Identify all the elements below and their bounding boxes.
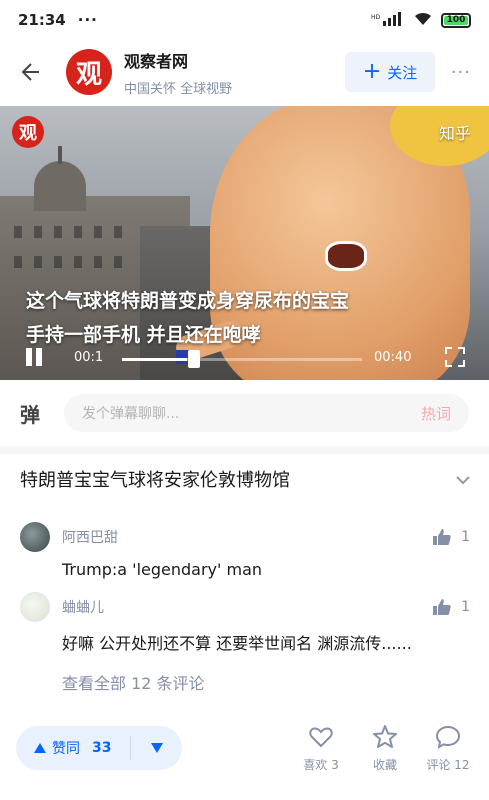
- collect-label: 收藏: [372, 758, 397, 772]
- video-current-time: 00:1: [74, 350, 104, 365]
- avatar[interactable]: [20, 522, 50, 552]
- video-window: [54, 226, 62, 238]
- video-watermark-logo: 观: [12, 116, 44, 148]
- video-window: [74, 256, 82, 268]
- comment-text: 好嘛 公开处刑还不算 还要举世闻名 渊源流传......: [62, 634, 412, 653]
- video-window: [94, 226, 102, 238]
- battery-level: 100: [446, 15, 466, 25]
- video-spire: [58, 146, 62, 164]
- arrow-left-icon: [21, 63, 39, 81]
- avatar[interactable]: [20, 592, 50, 622]
- pause-button[interactable]: [26, 348, 46, 368]
- video-window: [74, 226, 82, 238]
- account-info[interactable]: 观察者网 中国关怀 全球视野: [124, 48, 232, 97]
- status-time: 21:34: [18, 11, 66, 29]
- video-caption-line-1: 这个气球将特朗普变成身穿尿布的宝宝: [26, 290, 350, 312]
- follow-button[interactable]: + 关注: [345, 52, 435, 92]
- vote-control: 赞同 33: [16, 726, 182, 770]
- svg-text:HD: HD: [371, 14, 381, 21]
- danmu-input[interactable]: 发个弹幕聊聊... 热词: [64, 394, 469, 432]
- downvote-button[interactable]: [131, 726, 182, 770]
- status-notification-dots: ···: [77, 11, 98, 29]
- video-window: [114, 226, 122, 238]
- video-window: [114, 256, 122, 268]
- section-divider: [0, 446, 489, 454]
- thumb-up-icon: [433, 599, 451, 615]
- video-controls: 00:1 00:40: [0, 336, 489, 380]
- status-bar: 21:34 ··· HD 100: [0, 0, 489, 40]
- comment-text: Trump:a 'legendary' man: [62, 560, 263, 579]
- video-window: [34, 256, 42, 268]
- account-name: 观察者网: [124, 51, 189, 71]
- comment-like-button[interactable]: 1: [433, 529, 470, 545]
- video-seek-handle[interactable]: [188, 350, 200, 368]
- battery-icon: 100: [441, 12, 471, 28]
- comment-item: 蛐蛐儿 1 好嘛 公开处刑还不算 还要举世闻名 渊源流传......: [20, 592, 470, 654]
- upvote-button[interactable]: 赞同 33: [16, 726, 130, 770]
- danmu-placeholder: 发个弹幕聊聊...: [82, 406, 180, 422]
- account-header: 观 观察者网 中国关怀 全球视野 + 关注 ···: [0, 42, 489, 102]
- comment-like-button[interactable]: 1: [433, 599, 470, 615]
- video-total-time: 00:40: [374, 350, 412, 365]
- danmu-bar: 弹 发个弹幕聊聊... 热词: [0, 384, 489, 442]
- star-icon: [373, 725, 397, 748]
- like-button[interactable]: 喜欢 3: [296, 724, 346, 773]
- fullscreen-button[interactable]: [444, 346, 466, 368]
- chevron-down-icon[interactable]: [456, 470, 470, 489]
- video-dome: [34, 161, 86, 211]
- video-player[interactable]: 观 知乎 这个气球将特朗普变成身穿尿布的宝宝 手持一部手机 并且还在咆哮 00:…: [0, 106, 489, 380]
- triangle-down-icon: [150, 743, 163, 753]
- comment-like-count: 1: [461, 529, 470, 545]
- video-window: [34, 226, 42, 238]
- danmu-toggle-icon[interactable]: 弹: [20, 399, 50, 428]
- thumb-up-icon: [433, 529, 451, 545]
- signal-icon: HD: [371, 11, 405, 29]
- comment-author[interactable]: 蛐蛐儿: [62, 597, 104, 617]
- article-title: 特朗普宝宝气球将安家伦敦博物馆: [20, 470, 290, 491]
- upvote-label: 赞同: [52, 741, 80, 757]
- video-balloon-mouth: [325, 241, 367, 271]
- video-watermark: 知乎: [438, 124, 471, 143]
- comment-label: 评论 12: [426, 758, 470, 772]
- collect-button[interactable]: 收藏: [360, 724, 410, 773]
- follow-label: 关注: [387, 63, 418, 82]
- upvote-count: 33: [92, 740, 112, 756]
- like-label: 喜欢 3: [303, 758, 339, 772]
- video-window: [14, 226, 22, 238]
- comment-icon: [435, 725, 461, 749]
- plus-icon: +: [362, 59, 382, 84]
- video-window: [54, 256, 62, 268]
- account-avatar[interactable]: 观: [66, 49, 112, 95]
- article-title-row[interactable]: 特朗普宝宝气球将安家伦敦博物馆: [20, 466, 470, 492]
- video-progress-bar[interactable]: [122, 358, 362, 361]
- comment-button[interactable]: 评论 12: [423, 724, 473, 773]
- pause-icon: [26, 348, 32, 366]
- see-all-comments-link[interactable]: 查看全部 12 条评论: [62, 670, 205, 694]
- video-progress-fill: [122, 358, 187, 361]
- hot-words-button[interactable]: 热词: [421, 403, 451, 424]
- fullscreen-icon: [445, 347, 465, 367]
- video-window: [14, 256, 22, 268]
- account-description: 中国关怀 全球视野: [124, 81, 233, 97]
- triangle-up-icon: [34, 743, 46, 753]
- video-window: [94, 256, 102, 268]
- wifi-icon: [413, 10, 433, 30]
- more-options-button[interactable]: ···: [435, 62, 471, 83]
- bottom-action-bar: 赞同 33 喜欢 3 收藏 评论 12: [0, 716, 489, 786]
- comment-item: 阿西巴甜 1 Trump:a 'legendary' man: [20, 522, 470, 579]
- status-right: HD 100: [371, 10, 471, 30]
- back-button[interactable]: [18, 57, 48, 87]
- comment-like-count: 1: [461, 599, 470, 615]
- comment-author[interactable]: 阿西巴甜: [62, 527, 118, 547]
- heart-icon: [309, 727, 333, 748]
